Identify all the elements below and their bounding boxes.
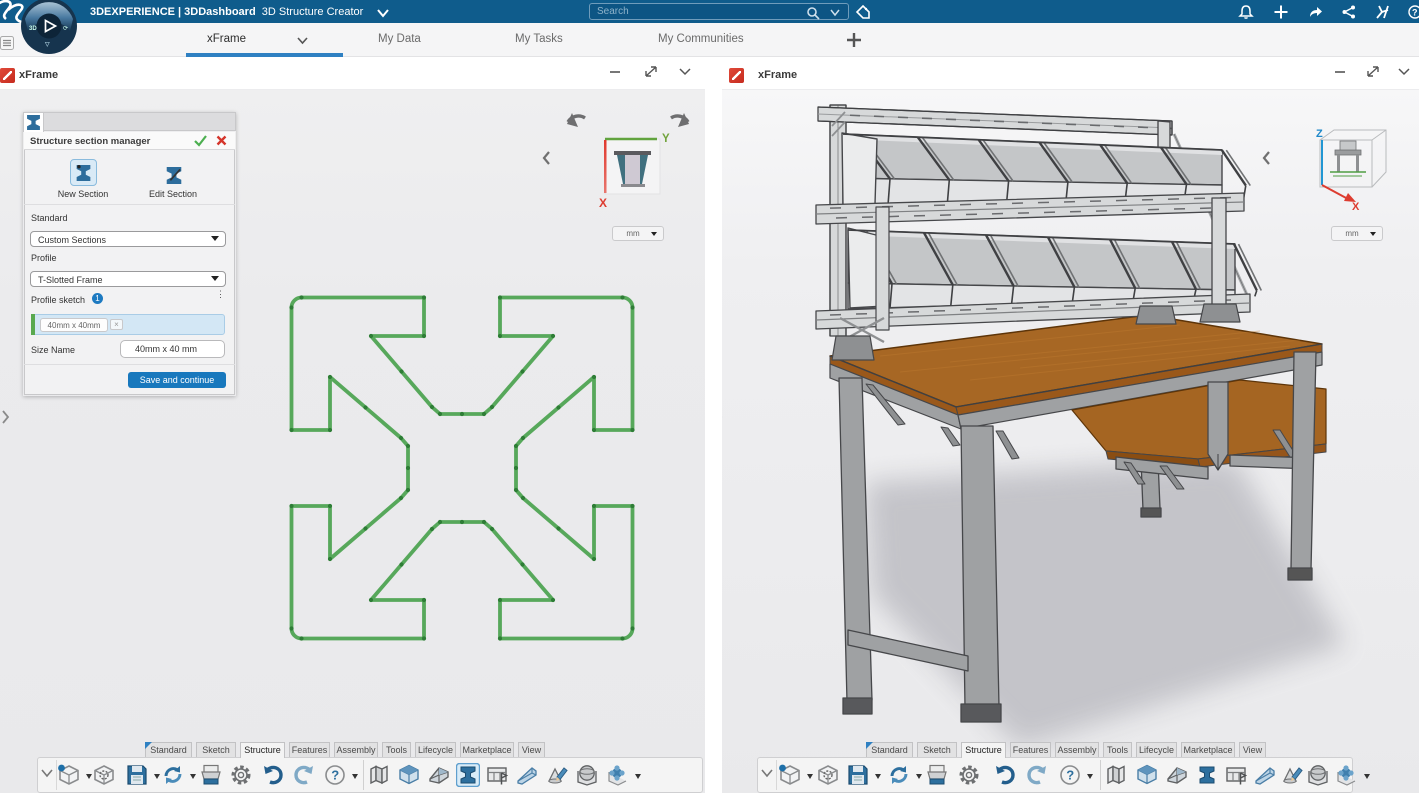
svg-text:X: X [599, 196, 607, 210]
svg-text:⟳: ⟳ [63, 26, 68, 32]
svg-text:?: ? [1412, 8, 1418, 18]
svg-text:?: ? [1066, 768, 1074, 783]
svg-text:3D: 3D [29, 26, 37, 32]
svg-text:Y: Y [662, 133, 670, 145]
svg-text:X: X [1352, 201, 1360, 213]
svg-text:▽: ▽ [44, 42, 50, 48]
svg-text:Z: Z [1316, 128, 1323, 140]
svg-text:?: ? [331, 768, 339, 783]
